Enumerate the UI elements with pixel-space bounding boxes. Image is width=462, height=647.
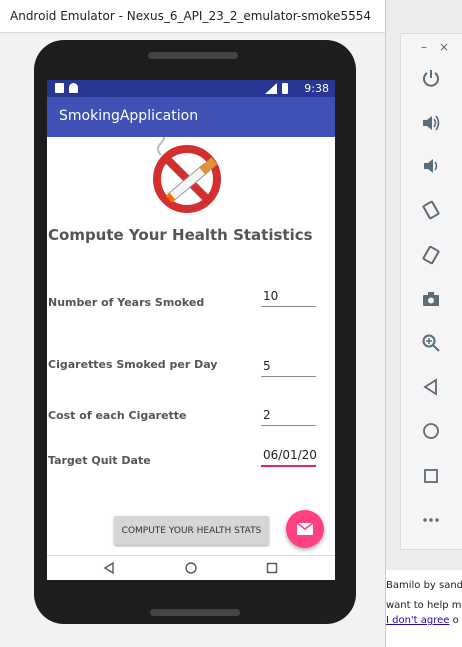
notification-icon — [55, 83, 64, 93]
compute-health-stats-button[interactable]: COMPUTE YOUR HEALTH STATS — [114, 516, 269, 545]
target-quit-date-label: Target Quit Date — [48, 454, 151, 467]
camera-icon — [423, 292, 439, 306]
wifi-signal-icon — [265, 83, 277, 94]
nav-overview-icon[interactable] — [266, 562, 278, 574]
volume-down-icon — [424, 159, 438, 173]
rotate-left-button[interactable] — [417, 196, 445, 224]
battery-icon — [282, 83, 288, 94]
emulator-window: Android Emulator - Nexus_6_API_23_2_emul… — [0, 0, 386, 647]
emulator-side-toolbar: – × — [400, 33, 462, 550]
more-button[interactable] — [417, 506, 445, 534]
navigation-bar — [47, 555, 335, 580]
email-icon — [297, 523, 313, 535]
power-button[interactable] — [417, 64, 445, 92]
status-time: 9:38 — [304, 82, 329, 95]
rotate-left-icon — [422, 200, 440, 220]
disagree-link[interactable]: I don't agree — [386, 615, 449, 626]
overview-button[interactable] — [417, 462, 445, 490]
background-text-line-2: want to help m — [386, 600, 462, 611]
android-icon — [69, 83, 78, 93]
home-button[interactable] — [417, 417, 445, 445]
volume-down-button[interactable] — [417, 152, 445, 180]
phone-earpiece — [148, 52, 238, 59]
target-quit-date-input[interactable] — [261, 445, 316, 467]
back-button[interactable] — [417, 373, 445, 401]
back-icon — [423, 378, 437, 396]
volume-up-icon — [423, 115, 440, 131]
email-fab-button[interactable] — [286, 510, 324, 548]
status-bar: 9:38 — [47, 80, 335, 97]
cost-per-cigarette-input[interactable] — [261, 405, 316, 426]
years-smoked-label: Number of Years Smoked — [48, 296, 205, 309]
zoom-button[interactable] — [417, 329, 445, 357]
toolbar-minimize-button[interactable]: – — [421, 40, 427, 54]
page-heading: Compute Your Health Statistics — [48, 226, 313, 244]
rotate-right-icon — [422, 245, 440, 265]
volume-up-button[interactable] — [417, 109, 445, 137]
nav-home-icon[interactable] — [185, 562, 197, 574]
emulator-title: Android Emulator - Nexus_6_API_23_2_emul… — [10, 9, 371, 23]
screenshot-button[interactable] — [417, 285, 445, 313]
no-smoking-icon — [153, 137, 221, 213]
cigarettes-per-day-label: Cigarettes Smoked per Day — [48, 358, 218, 371]
background-text-suffix: o — [449, 615, 459, 626]
app-title: SmokingApplication — [59, 108, 199, 124]
toolbar-close-button[interactable]: × — [439, 40, 449, 54]
cost-per-cigarette-label: Cost of each Cigarette — [48, 409, 187, 422]
power-icon — [423, 70, 439, 87]
rotate-right-button[interactable] — [417, 241, 445, 269]
more-icon — [423, 518, 439, 522]
phone-screen: 9:38 SmokingApplication Compute Your Hea… — [47, 80, 335, 580]
overview-icon — [424, 469, 438, 483]
zoom-icon — [422, 334, 440, 352]
emulator-title-bar[interactable]: Android Emulator - Nexus_6_API_23_2_emul… — [0, 0, 385, 33]
years-smoked-input[interactable] — [261, 286, 316, 307]
phone-speaker — [150, 609, 240, 616]
nav-back-icon[interactable] — [103, 562, 115, 574]
background-text-line-3: I don't agree o — [386, 615, 459, 626]
home-icon — [423, 423, 439, 439]
background-text-line-1: Bamilo by sandi — [386, 580, 462, 591]
cigarettes-per-day-input[interactable] — [261, 356, 316, 377]
background-page: Bamilo by sandi want to help m I don't a… — [386, 570, 462, 647]
app-bar: SmokingApplication — [47, 97, 335, 137]
